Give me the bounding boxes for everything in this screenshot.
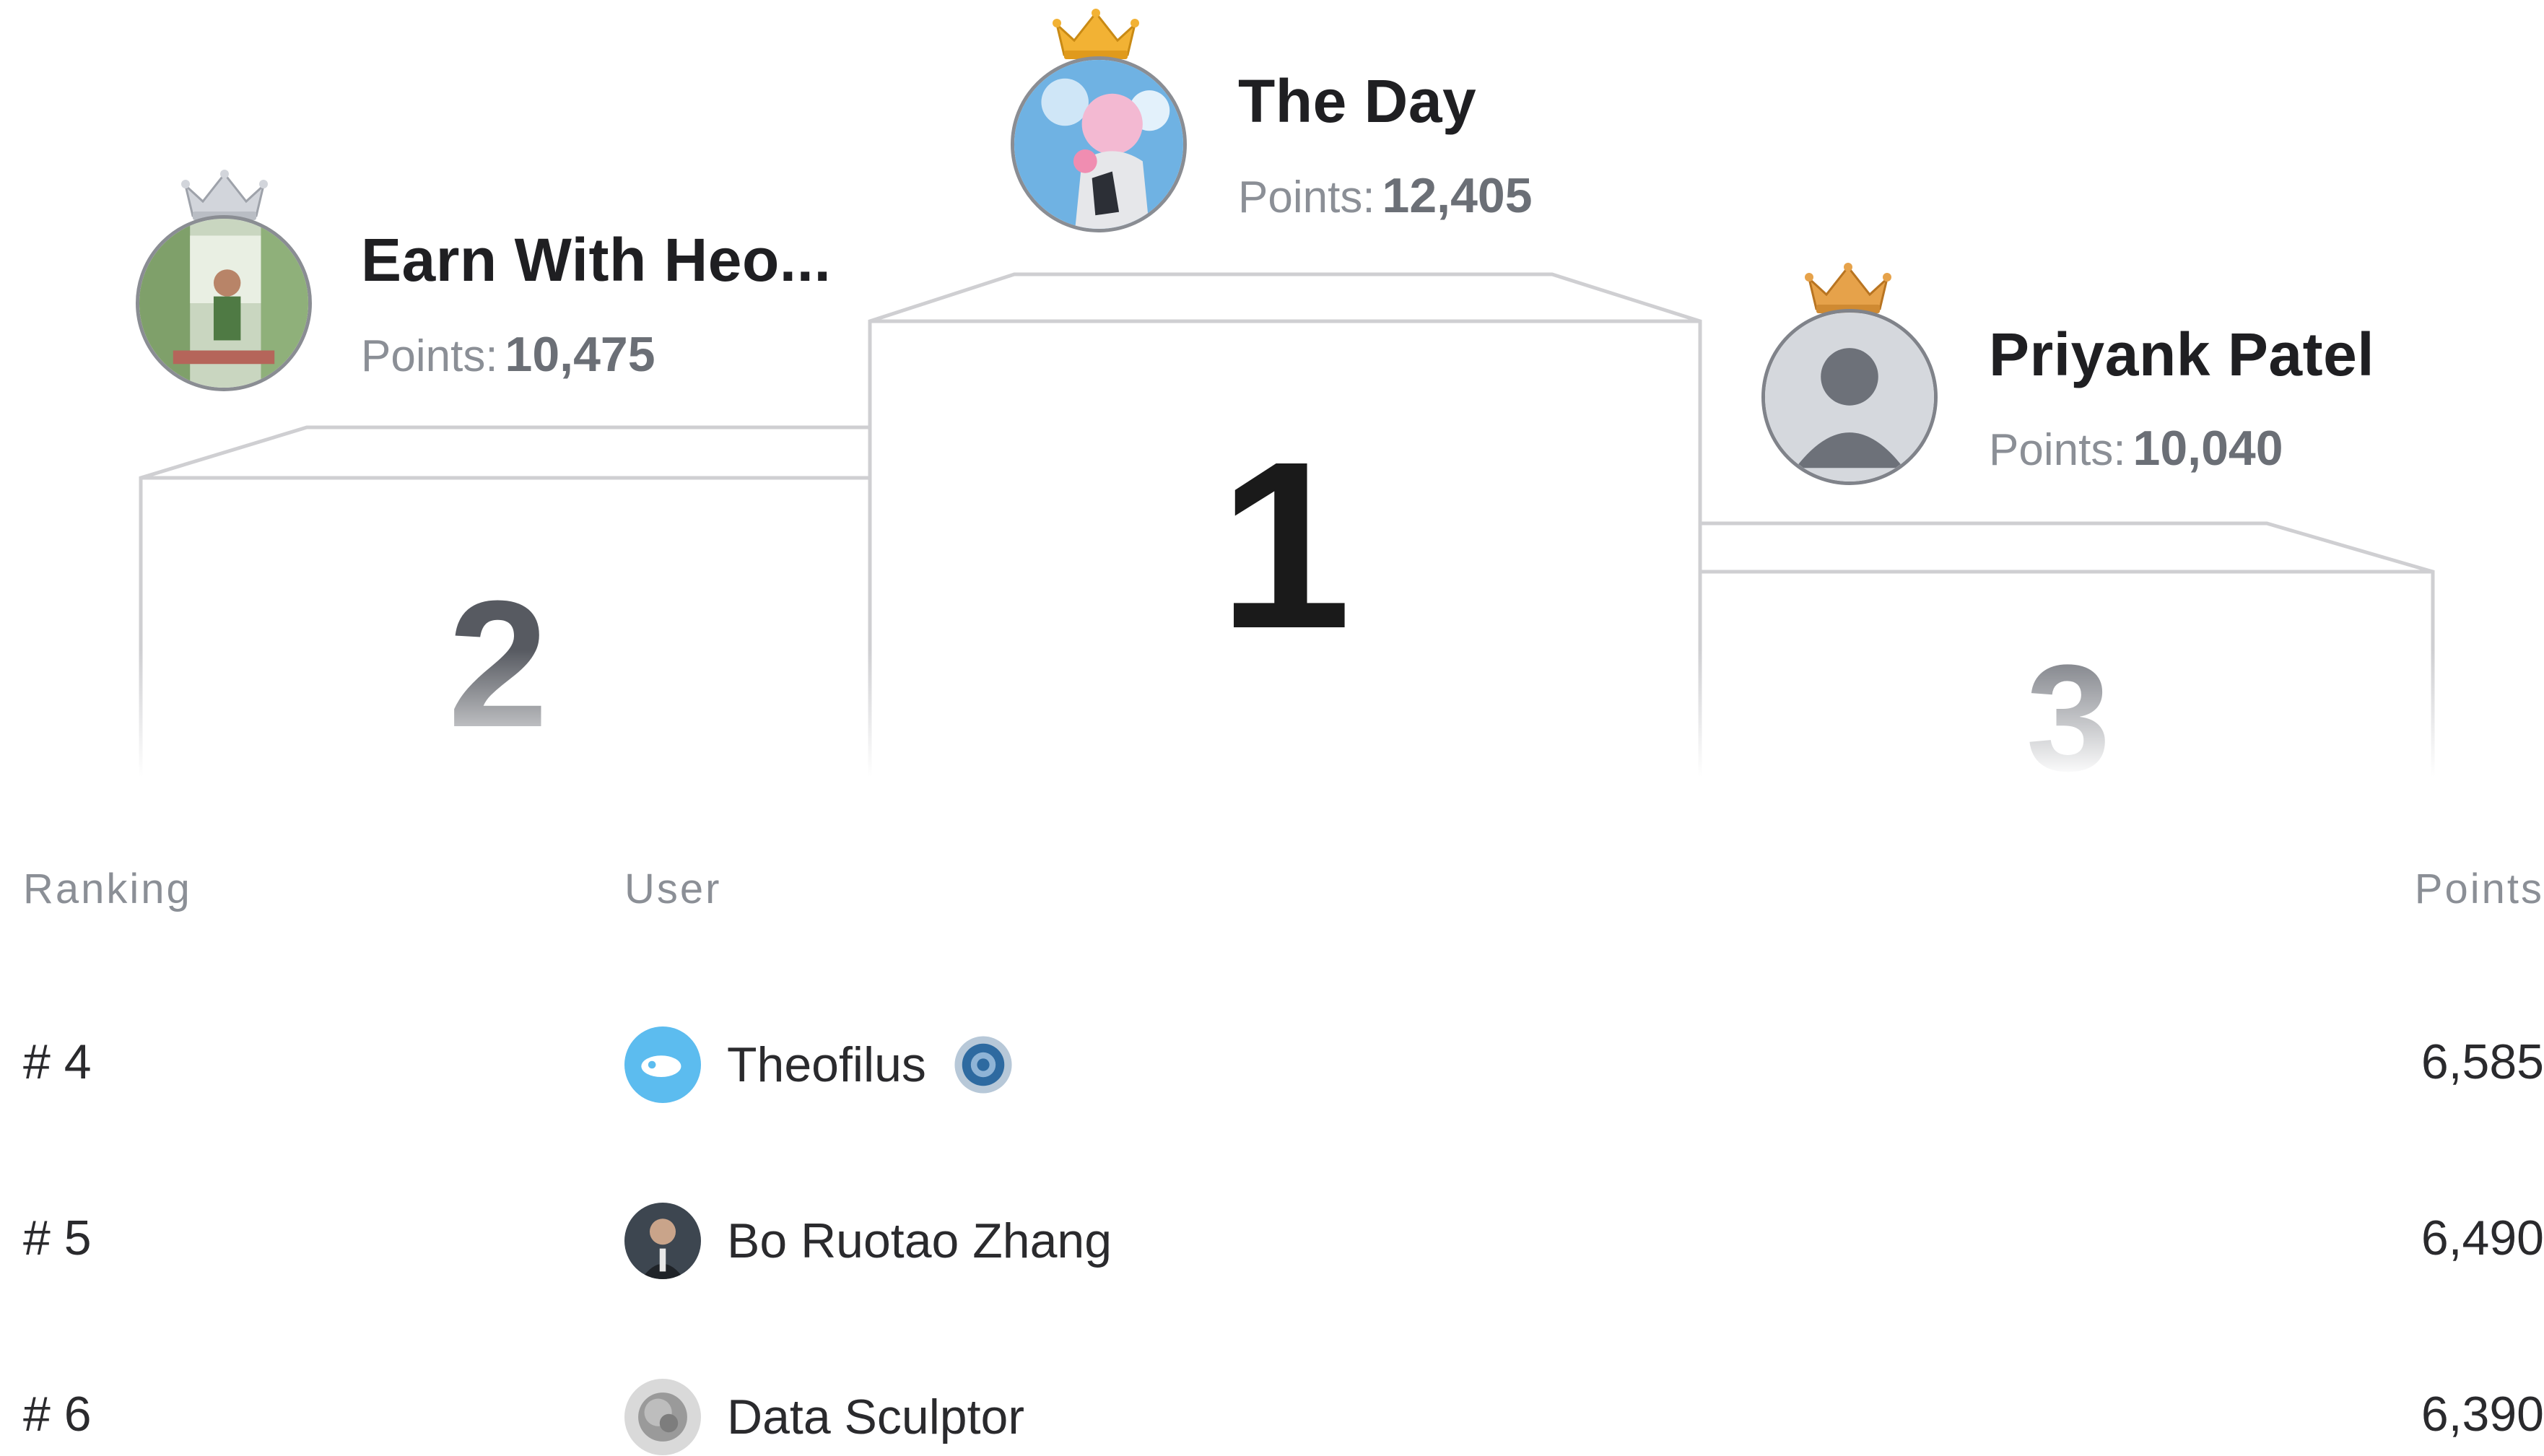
third-place-points: Points: 10,040	[1989, 420, 2283, 476]
row-rank: # 4	[23, 1034, 92, 1089]
row-username[interactable]: Data Sculptor	[727, 1389, 1024, 1445]
row-user[interactable]: Bo Ruotao Zhang	[624, 1203, 1112, 1279]
points-label: Points:	[1238, 173, 1375, 222]
header-points: Points	[2414, 866, 2544, 912]
third-place-name[interactable]: Priyank Patel	[1989, 320, 2374, 390]
points-value: 10,040	[2133, 421, 2283, 476]
avatar[interactable]	[624, 1379, 701, 1455]
first-place-name[interactable]: The Day	[1238, 66, 1476, 136]
points-label: Points:	[361, 331, 498, 381]
third-place-avatar[interactable]	[1761, 309, 1938, 485]
bronze-crown-icon	[1805, 263, 1891, 313]
header-ranking: Ranking	[23, 866, 192, 912]
verified-badge-icon	[954, 1036, 1012, 1094]
points-label: Points:	[1989, 425, 2126, 475]
first-place-avatar[interactable]	[1011, 56, 1187, 232]
second-place-name[interactable]: Earn With Heo...	[361, 225, 831, 295]
row-points: 6,585	[2421, 1034, 2544, 1089]
row-rank: # 6	[23, 1387, 92, 1442]
row-points: 6,390	[2421, 1387, 2544, 1442]
avatar[interactable]	[624, 1026, 701, 1103]
points-value: 12,405	[1382, 168, 1533, 223]
header-user: User	[624, 866, 722, 912]
row-user[interactable]: Data Sculptor	[624, 1379, 1024, 1455]
first-place-points: Points: 12,405	[1238, 167, 1533, 224]
silver-crown-icon	[181, 170, 268, 220]
gold-crown-icon	[1053, 9, 1139, 59]
row-username[interactable]: Bo Ruotao Zhang	[727, 1213, 1112, 1269]
second-place-avatar[interactable]	[136, 215, 312, 391]
points-value: 10,475	[505, 327, 655, 382]
podium-rank-1: 1	[1219, 411, 1351, 678]
podium-fade	[0, 650, 2544, 808]
row-username[interactable]: Theofilus	[727, 1037, 926, 1093]
second-place-points: Points: 10,475	[361, 326, 655, 383]
row-user[interactable]: Theofilus	[624, 1026, 1014, 1103]
row-points: 6,490	[2421, 1211, 2544, 1265]
avatar[interactable]	[624, 1203, 701, 1279]
row-rank: # 5	[23, 1211, 92, 1265]
